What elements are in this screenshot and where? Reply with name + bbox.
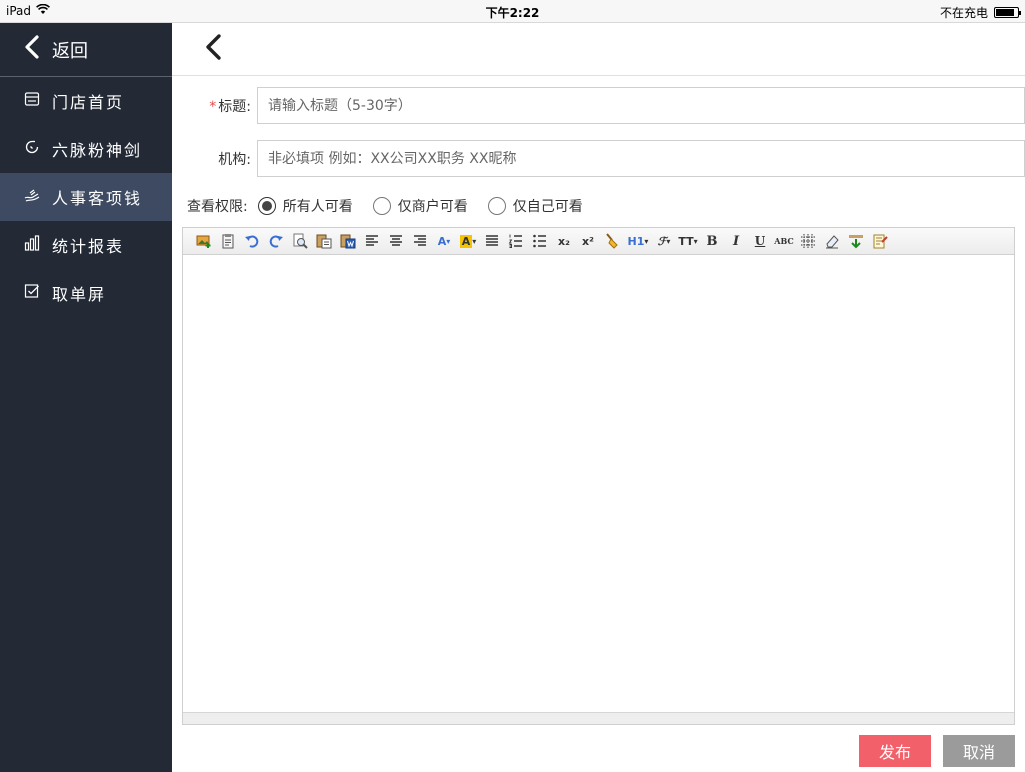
radio-checked-icon[interactable] [257, 197, 276, 215]
font-size-icon[interactable]: TT ▾ [676, 231, 700, 251]
undo-icon[interactable] [240, 231, 264, 251]
status-time: 下午2:22 [485, 6, 540, 20]
charging-status: 不在充电 [939, 6, 988, 20]
hand-icon [24, 187, 40, 207]
align-right-icon[interactable] [408, 231, 432, 251]
radio-unchecked-icon[interactable] [487, 197, 506, 215]
strikethrough-icon[interactable]: ABC [772, 231, 796, 251]
battery-icon [994, 7, 1021, 18]
radio-label: 仅自己可看 [512, 199, 583, 215]
sidebar-back-button[interactable]: 返回 [0, 23, 172, 77]
sidebar-item-label: 六脉粉神剑 [52, 141, 143, 160]
template-icon[interactable] [868, 231, 892, 251]
main-content: *标题: 机构: 查看权限: 所有人可看 仅商户可看 仅自己可看 [172, 23, 1025, 772]
sidebar-item-label: 人事客项钱 [52, 189, 143, 208]
justify-icon[interactable] [480, 231, 504, 251]
sidebar-item-label: 统计报表 [52, 237, 125, 256]
sidebar-item-store-home[interactable]: 门店首页 [0, 77, 172, 125]
top-bar [172, 23, 1025, 76]
format-brush-icon[interactable] [600, 231, 624, 251]
org-row: 机构: [172, 140, 1025, 177]
radio-unchecked-icon[interactable] [372, 197, 391, 215]
publish-button[interactable]: 发布 [859, 735, 931, 767]
paste-icon[interactable] [312, 231, 336, 251]
bold-icon[interactable]: B [700, 231, 724, 251]
italic-icon[interactable]: I [724, 231, 748, 251]
radio-merchant[interactable]: 仅商户可看 [372, 196, 468, 216]
sidebar-back-label: 返回 [52, 40, 88, 62]
sidebar-item-liumai[interactable]: 六脉粉神剑 [0, 125, 172, 173]
font-color-label: A [437, 234, 447, 248]
align-left-icon[interactable] [360, 231, 384, 251]
unordered-list-icon[interactable] [528, 231, 552, 251]
sidebar-item-order-screen[interactable]: 取单屏 [0, 269, 172, 317]
status-bar: iPad 下午2:22 不在充电 [0, 0, 1025, 23]
preview-icon[interactable] [288, 231, 312, 251]
bar-chart-icon [24, 235, 40, 255]
bg-color-icon[interactable]: A ▾ [456, 231, 480, 251]
radio-label: 所有人可看 [282, 199, 353, 215]
sidebar-item-personnel[interactable]: 人事客项钱 [0, 173, 172, 221]
back-chevron-icon[interactable] [204, 33, 222, 65]
radio-self[interactable]: 仅自己可看 [487, 196, 583, 216]
checkbox-icon [24, 283, 40, 303]
battery-level [996, 9, 1014, 16]
cancel-button[interactable]: 取消 [943, 735, 1015, 767]
title-label: * 标题: [172, 96, 257, 116]
font-color-icon[interactable]: A ▾ [432, 231, 456, 251]
bg-color-label: A [459, 234, 473, 248]
org-input[interactable] [257, 140, 1025, 177]
radio-label: 仅商户可看 [397, 199, 468, 215]
rich-text-editor: A ▾ A ▾ x₂ x² H1 ▾ ℱ ▾ TT ▾ B I U ABC [182, 227, 1015, 725]
title-label-text: 标题: [218, 98, 251, 115]
radio-all[interactable]: 所有人可看 [257, 196, 353, 216]
font-family-icon[interactable]: ℱ ▾ [652, 231, 676, 251]
form-actions: 发布 取消 [859, 735, 1015, 767]
sidebar-item-label: 门店首页 [52, 93, 125, 112]
required-marker: * [209, 98, 217, 115]
heading-icon[interactable]: H1 ▾ [624, 231, 652, 251]
eraser-icon[interactable] [820, 231, 844, 251]
superscript-icon[interactable]: x² [576, 231, 600, 251]
font-size-label: TT [678, 234, 694, 248]
sidebar: 返回 门店首页 六脉粉神剑 人事客项钱 统计报表 取单屏 [0, 23, 172, 772]
permission-row: 查看权限: 所有人可看 仅商户可看 仅自己可看 [187, 196, 603, 216]
subscript-icon[interactable]: x₂ [552, 231, 576, 251]
insert-image-icon[interactable] [192, 231, 216, 251]
title-input[interactable] [257, 87, 1025, 124]
clipboard-icon[interactable] [216, 231, 240, 251]
chevron-left-icon [22, 35, 42, 64]
sidebar-item-label: 取单屏 [52, 285, 107, 304]
underline-icon[interactable]: U [748, 231, 772, 251]
editor-resize-bar [183, 712, 1014, 724]
heading-label: H1 [627, 234, 645, 248]
paste-word-icon[interactable] [336, 231, 360, 251]
table-icon[interactable] [796, 231, 820, 251]
horizontal-rule-icon[interactable] [844, 231, 868, 251]
align-center-icon[interactable] [384, 231, 408, 251]
permission-label: 查看权限: [187, 199, 248, 215]
editor-toolbar: A ▾ A ▾ x₂ x² H1 ▾ ℱ ▾ TT ▾ B I U ABC [183, 228, 1014, 255]
refresh-icon [24, 139, 40, 159]
title-row: * 标题: [172, 87, 1025, 124]
store-icon [24, 91, 40, 111]
sidebar-item-stats-report[interactable]: 统计报表 [0, 221, 172, 269]
ordered-list-icon[interactable] [504, 231, 528, 251]
redo-icon[interactable] [264, 231, 288, 251]
org-label: 机构: [218, 151, 251, 168]
editor-content-area[interactable] [183, 255, 1014, 712]
